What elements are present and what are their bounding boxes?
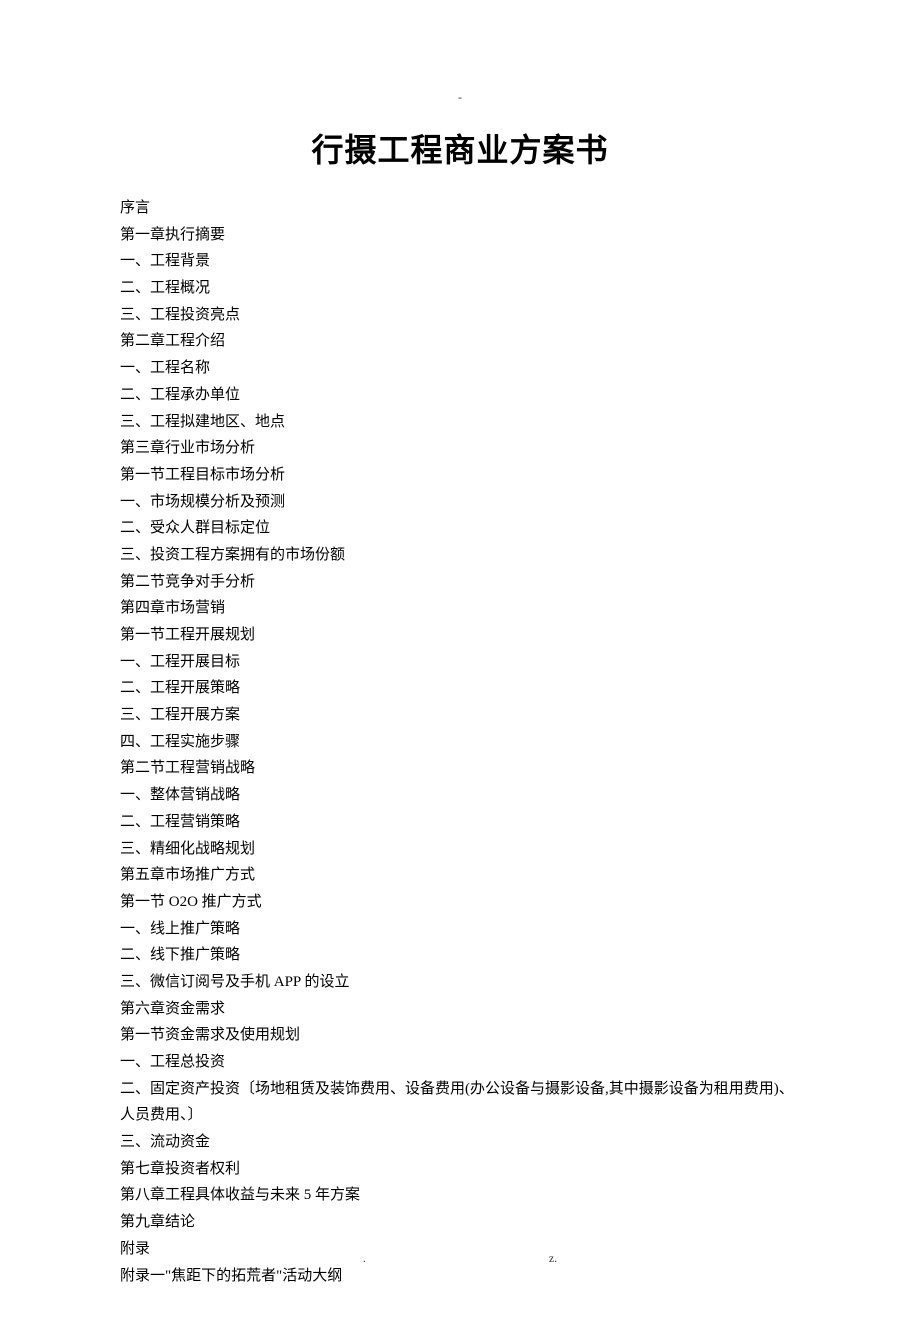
toc-line: 二、工程概况 bbox=[120, 275, 800, 302]
toc-line: 三、投资工程方案拥有的市场份额 bbox=[120, 542, 800, 569]
toc-line: 一、工程开展目标 bbox=[120, 649, 800, 676]
toc-line: 四、工程实施步骤 bbox=[120, 729, 800, 756]
toc-line: 第五章市场推广方式 bbox=[120, 862, 800, 889]
toc-line: 三、微信订阅号及手机 APP 的设立 bbox=[120, 969, 800, 996]
toc-line: 二、工程承办单位 bbox=[120, 382, 800, 409]
toc-line: 三、流动资金 bbox=[120, 1129, 800, 1156]
toc-line: 第九章结论 bbox=[120, 1209, 800, 1236]
footer-left: . bbox=[363, 1251, 366, 1266]
toc-line: 第二章工程介绍 bbox=[120, 328, 800, 355]
toc-line: 二、固定资产投资〔场地租赁及装饰费用、设备费用(办公设备与摄影设备,其中摄影设备… bbox=[120, 1076, 800, 1129]
footer-right: z. bbox=[549, 1251, 557, 1266]
toc-line: 第八章工程具体收益与未来 5 年方案 bbox=[120, 1182, 800, 1209]
toc-line: 三、工程投资亮点 bbox=[120, 302, 800, 329]
page-footer: . z. bbox=[0, 1251, 920, 1266]
document-page: - 行摄工程商业方案书 序言第一章执行摘要一、工程背景二、工程概况三、工程投资亮… bbox=[0, 0, 920, 1329]
toc-line: 第一节工程目标市场分析 bbox=[120, 462, 800, 489]
toc-line: 二、受众人群目标定位 bbox=[120, 515, 800, 542]
toc-line: 第二节竞争对手分析 bbox=[120, 569, 800, 596]
toc-line: 第四章市场营销 bbox=[120, 595, 800, 622]
toc-line: 二、工程开展策略 bbox=[120, 675, 800, 702]
toc-line: 三、工程开展方案 bbox=[120, 702, 800, 729]
toc-line: 二、工程营销策略 bbox=[120, 809, 800, 836]
toc-line: 一、整体营销战略 bbox=[120, 782, 800, 809]
toc-line: 第一节 O2O 推广方式 bbox=[120, 889, 800, 916]
toc-line: 附录一"焦距下的拓荒者"活动大纲 bbox=[120, 1263, 800, 1290]
toc-line: 第六章资金需求 bbox=[120, 996, 800, 1023]
toc-line: 一、线上推广策略 bbox=[120, 916, 800, 943]
toc-line: 第一章执行摘要 bbox=[120, 222, 800, 249]
toc-line: 三、工程拟建地区、地点 bbox=[120, 409, 800, 436]
table-of-contents: 序言第一章执行摘要一、工程背景二、工程概况三、工程投资亮点第二章工程介绍一、工程… bbox=[120, 195, 800, 1289]
toc-line: 一、工程总投资 bbox=[120, 1049, 800, 1076]
document-title: 行摄工程商业方案书 bbox=[120, 125, 800, 171]
toc-line: 序言 bbox=[120, 195, 800, 222]
toc-line: 一、市场规模分析及预测 bbox=[120, 489, 800, 516]
toc-line: 第二节工程营销战略 bbox=[120, 755, 800, 782]
toc-line: 一、工程名称 bbox=[120, 355, 800, 382]
toc-line: 第七章投资者权利 bbox=[120, 1156, 800, 1183]
top-marker: - bbox=[120, 90, 800, 105]
toc-line: 二、线下推广策略 bbox=[120, 942, 800, 969]
toc-line: 第三章行业市场分析 bbox=[120, 435, 800, 462]
toc-line: 三、精细化战略规划 bbox=[120, 836, 800, 863]
toc-line: 一、工程背景 bbox=[120, 248, 800, 275]
toc-line: 第一节资金需求及使用规划 bbox=[120, 1022, 800, 1049]
toc-line: 第一节工程开展规划 bbox=[120, 622, 800, 649]
